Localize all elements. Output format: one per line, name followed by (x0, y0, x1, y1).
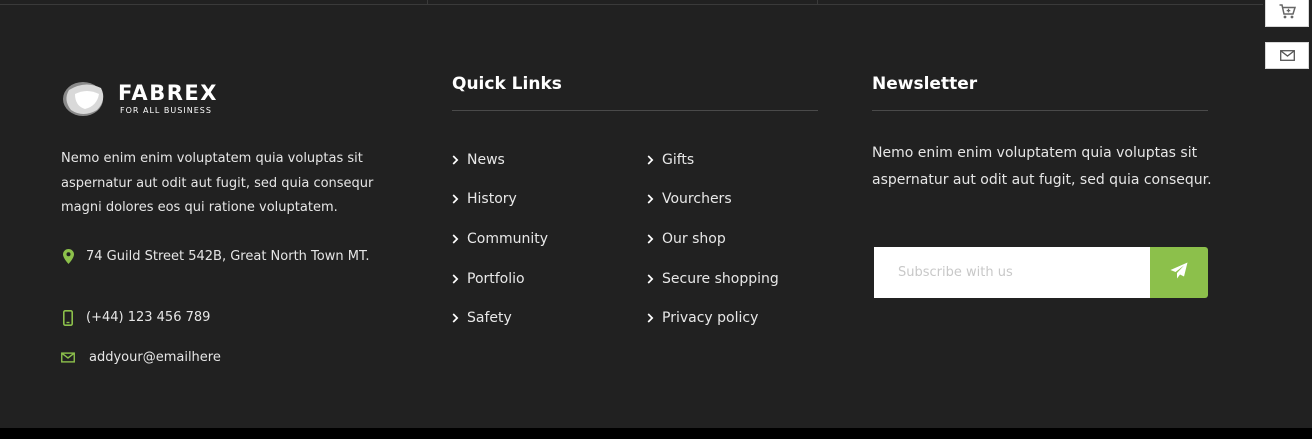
newsletter-title: Newsletter (872, 74, 978, 94)
side-mail-button[interactable] (1265, 42, 1309, 69)
link-label: Community (467, 230, 549, 247)
footer-link-safety[interactable]: Safety (452, 298, 548, 338)
chevron-right-icon (647, 153, 662, 167)
footer-link-vourchers[interactable]: Vourchers (647, 180, 779, 220)
link-label: History (467, 191, 517, 208)
chevron-right-icon (647, 311, 662, 325)
link-label: Vourchers (662, 191, 732, 208)
chevron-right-icon (452, 232, 467, 246)
phone-text: (+44) 123 456 789 (86, 310, 211, 325)
link-label: Privacy policy (662, 310, 759, 327)
chevron-right-icon (647, 232, 662, 246)
footer-link-secure-shopping[interactable]: Secure shopping (647, 259, 779, 299)
chevron-right-icon (452, 311, 467, 325)
footer-link-privacy-policy[interactable]: Privacy policy (647, 298, 779, 338)
quick-links-rule (452, 110, 818, 111)
side-cart-button[interactable] (1265, 0, 1309, 27)
newsletter-text: Nemo enim enim voluptatem quia voluptas … (872, 145, 1212, 188)
column-divider (427, 0, 428, 4)
about-text: Nemo enim enim voluptatem quia voluptas … (61, 151, 374, 215)
cart-icon (1279, 3, 1296, 23)
chevron-right-icon (452, 192, 467, 206)
paper-plane-icon (1170, 262, 1188, 283)
chevron-right-icon (452, 272, 467, 286)
chevron-right-icon (647, 272, 662, 286)
chevron-right-icon (452, 153, 467, 167)
subscribe-button[interactable] (1150, 247, 1208, 298)
column-divider (817, 0, 818, 4)
footer-link-community[interactable]: Community (452, 219, 548, 259)
quick-links-col-1: News History Community Portfolio Safety (452, 140, 548, 338)
link-label: Gifts (662, 151, 695, 168)
mobile-phone-icon (61, 305, 75, 330)
email-text: addyour@emailhere (89, 350, 221, 365)
footer-link-news[interactable]: News (452, 140, 548, 180)
subscribe-email-input[interactable] (874, 247, 1150, 298)
quick-links-col-2: Gifts Vourchers Our shop Secure shopping… (647, 140, 779, 338)
site-footer: FABREX FOR ALL BUSINESS Nemo enim enim v… (0, 0, 1312, 428)
envelope-icon (1279, 46, 1295, 65)
footer-link-history[interactable]: History (452, 180, 548, 220)
map-pin-icon (61, 244, 75, 269)
footer-link-gifts[interactable]: Gifts (647, 140, 779, 180)
quick-links-title: Quick Links (452, 74, 562, 94)
brand-tagline: FOR ALL BUSINESS (120, 106, 212, 115)
subscribe-form (874, 247, 1208, 298)
brand-logo[interactable]: FABREX FOR ALL BUSINESS (61, 78, 218, 120)
chevron-right-icon (647, 192, 662, 206)
top-divider (0, 4, 1263, 5)
address-text: 74 Guild Street 542B, Great North Town M… (86, 249, 370, 264)
contact-address: 74 Guild Street 542B, Great North Town M… (61, 244, 381, 269)
link-label: News (467, 151, 505, 168)
link-label: Portfolio (467, 270, 525, 287)
footer-link-our-shop[interactable]: Our shop (647, 219, 779, 259)
contact-email[interactable]: addyour@emailhere (61, 345, 221, 370)
newsletter-rule (872, 110, 1208, 111)
link-label: Our shop (662, 230, 726, 247)
footer-link-portfolio[interactable]: Portfolio (452, 259, 548, 299)
link-label: Safety (467, 310, 512, 327)
envelope-icon (61, 345, 75, 370)
contact-phone[interactable]: (+44) 123 456 789 (61, 305, 210, 330)
brand-name: FABREX (118, 81, 218, 105)
logo-mark-icon (61, 78, 109, 120)
link-label: Secure shopping (662, 270, 779, 287)
